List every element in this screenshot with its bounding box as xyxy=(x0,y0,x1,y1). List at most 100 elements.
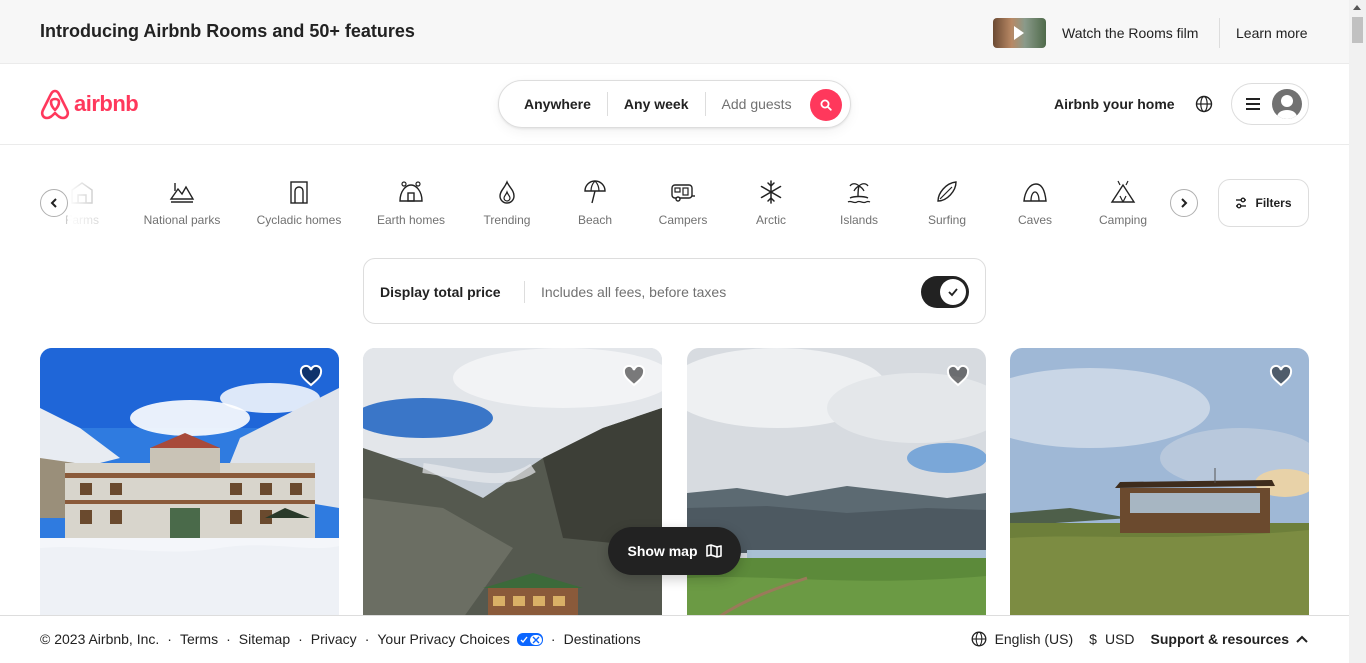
site-header: airbnb Anywhere Any week Add guests Airb… xyxy=(0,64,1349,145)
price-card-divider xyxy=(524,281,525,303)
footer-link-privacy-choices[interactable]: Your Privacy Choices xyxy=(377,631,510,647)
category-bar: Farms National parks Cycladic homes Eart… xyxy=(0,146,1349,246)
listing-card[interactable] xyxy=(40,348,339,618)
category-label: Campers xyxy=(658,213,708,227)
category-label: Earth homes xyxy=(376,213,446,227)
footer-link-terms[interactable]: Terms xyxy=(180,631,218,647)
listing-photo[interactable] xyxy=(1010,348,1309,618)
category-label: Islands xyxy=(839,213,879,227)
currency-label: USD xyxy=(1104,631,1135,647)
toggle-knob xyxy=(940,279,966,305)
category-cycladic-homes[interactable]: Cycladic homes xyxy=(249,179,349,227)
watch-rooms-film-link[interactable]: Watch the Rooms film xyxy=(1062,25,1198,41)
category-surfing[interactable]: Surfing xyxy=(897,179,997,227)
heart-icon[interactable] xyxy=(622,364,646,388)
show-map-label: Show map xyxy=(627,543,698,559)
category-islands[interactable]: Islands xyxy=(809,179,909,227)
category-label: Caves xyxy=(1017,213,1052,227)
checkmark-icon xyxy=(948,288,958,297)
listing-card[interactable] xyxy=(687,348,986,618)
hamburger-menu-icon xyxy=(1246,98,1260,110)
category-national-parks[interactable]: National parks xyxy=(132,179,232,227)
filters-button[interactable]: Filters xyxy=(1218,179,1309,227)
separator-dot: · xyxy=(298,631,303,647)
separator-dot: · xyxy=(364,631,370,647)
search-icon xyxy=(820,99,832,111)
category-earth-homes[interactable]: Earth homes xyxy=(361,179,461,227)
footer-link-privacy[interactable]: Privacy xyxy=(311,631,357,647)
currency-selector[interactable]: $ USD xyxy=(1089,631,1134,647)
listing-card[interactable] xyxy=(1010,348,1309,618)
search-anywhere[interactable]: Anywhere xyxy=(499,96,607,112)
category-fade-overlay xyxy=(68,176,108,236)
category-scroll-left-button[interactable] xyxy=(40,189,68,217)
category-camping[interactable]: Camping xyxy=(1073,179,1173,227)
category-trending[interactable]: Trending xyxy=(457,179,557,227)
listing-card[interactable] xyxy=(363,348,662,618)
search-add-guests[interactable]: Add guests xyxy=(706,96,808,112)
category-scroll-right-button[interactable] xyxy=(1170,189,1198,217)
display-total-price-card: Display total price Includes all fees, b… xyxy=(363,258,986,324)
footer-link-destinations[interactable]: Destinations xyxy=(564,631,641,647)
avatar xyxy=(1272,89,1302,119)
chevron-up-icon xyxy=(1296,635,1308,643)
support-label: Support & resources xyxy=(1150,631,1289,647)
privacy-choices-icon[interactable] xyxy=(516,633,543,646)
heart-icon[interactable] xyxy=(946,364,970,388)
category-campers[interactable]: Campers xyxy=(633,179,733,227)
heart-icon[interactable] xyxy=(299,364,323,388)
total-price-toggle[interactable] xyxy=(921,276,969,308)
category-label: Camping xyxy=(1098,213,1148,227)
category-beach[interactable]: Beach xyxy=(545,179,645,227)
separator-dot: · xyxy=(226,631,231,647)
flame-icon xyxy=(499,180,515,204)
globe-icon[interactable] xyxy=(1195,95,1213,113)
airbnb-your-home-link[interactable]: Airbnb your home xyxy=(1054,96,1175,112)
chevron-left-icon xyxy=(50,198,57,208)
separator-dot: · xyxy=(167,631,172,647)
surfboard-icon xyxy=(937,181,957,202)
scroll-up-arrow-icon[interactable] xyxy=(1353,5,1361,10)
rooms-film-thumbnail[interactable] xyxy=(993,18,1046,48)
category-label: Surfing xyxy=(927,213,967,227)
airbnb-logo-icon xyxy=(40,89,70,120)
category-label: National parks xyxy=(143,213,221,227)
language-label: English (US) xyxy=(994,631,1074,647)
heart-icon[interactable] xyxy=(1269,364,1293,388)
learn-more-link[interactable]: Learn more xyxy=(1236,25,1308,41)
filters-sliders-icon xyxy=(1236,197,1247,209)
footer-link-sitemap[interactable]: Sitemap xyxy=(239,631,290,647)
cave-icon xyxy=(1023,183,1047,202)
listing-photo[interactable] xyxy=(40,348,339,618)
page-scrollbar[interactable] xyxy=(1349,0,1366,663)
palm-island-icon xyxy=(847,183,871,204)
airbnb-logo[interactable]: airbnb xyxy=(40,88,139,120)
snowflake-icon xyxy=(760,180,782,204)
search-any-week[interactable]: Any week xyxy=(608,96,705,112)
category-label: Cycladic homes xyxy=(256,213,342,227)
page-footer: © 2023 Airbnb, Inc. · Terms · Sitemap · … xyxy=(0,615,1349,663)
door-icon xyxy=(290,181,308,204)
listing-photo[interactable] xyxy=(363,348,662,618)
announcement-banner: Introducing Airbnb Rooms and 50+ feature… xyxy=(0,0,1349,64)
listing-photo[interactable] xyxy=(687,348,986,618)
display-total-price-description: Includes all fees, before taxes xyxy=(541,284,727,300)
separator-dot: · xyxy=(550,631,556,647)
category-arctic[interactable]: Arctic xyxy=(721,179,821,227)
banner-divider xyxy=(1219,18,1220,48)
category-caves[interactable]: Caves xyxy=(985,179,1085,227)
search-bar[interactable]: Anywhere Any week Add guests xyxy=(498,80,851,128)
category-label: Beach xyxy=(577,213,613,227)
support-resources-button[interactable]: Support & resources xyxy=(1151,631,1309,647)
display-total-price-title: Display total price xyxy=(380,284,501,300)
globe-icon xyxy=(971,631,987,647)
tent-icon xyxy=(1110,180,1136,203)
user-menu-button[interactable] xyxy=(1231,83,1309,125)
show-map-button[interactable]: Show map xyxy=(608,527,741,575)
search-button[interactable] xyxy=(810,89,842,121)
camper-icon xyxy=(671,184,695,202)
scrollbar-thumb[interactable] xyxy=(1352,17,1363,43)
language-selector[interactable]: English (US) xyxy=(971,631,1074,647)
currency-symbol: $ xyxy=(1089,631,1097,647)
copyright: © 2023 Airbnb, Inc. xyxy=(40,631,160,647)
